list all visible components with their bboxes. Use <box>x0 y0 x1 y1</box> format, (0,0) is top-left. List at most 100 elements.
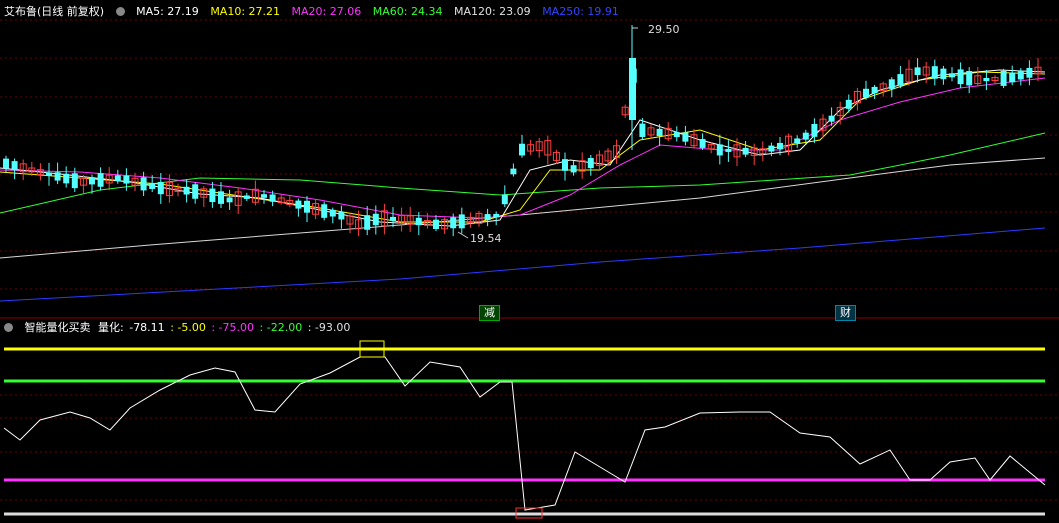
candle-body <box>519 143 525 156</box>
candle-body <box>89 177 95 185</box>
ma20-label: MA20: 27.06 <box>291 5 362 18</box>
candle-body <box>1000 70 1007 86</box>
ma120-label: MA120: 23.09 <box>453 5 531 18</box>
candle-body <box>338 211 345 220</box>
candle-body <box>364 215 371 230</box>
candle-body <box>114 175 121 182</box>
candle-body <box>871 86 878 94</box>
candle-body <box>140 177 147 191</box>
candle-body <box>209 188 216 203</box>
indicator-panel <box>3 340 1046 519</box>
candle-body <box>226 197 233 203</box>
indicator-value: -78.11 <box>129 321 165 334</box>
settings-circle-icon[interactable] <box>115 6 125 16</box>
candle-body <box>957 69 964 85</box>
candle-body <box>321 204 328 218</box>
stock-chart: 29.50 19.54 <box>0 19 1059 519</box>
low-pointer <box>457 231 469 239</box>
ma10-label: MA10: 27.21 <box>210 5 281 18</box>
candle-body <box>1026 67 1033 78</box>
moving-average-lines <box>0 69 1046 302</box>
candle-body <box>458 214 465 229</box>
candle-body <box>828 115 835 122</box>
level-4-label: : -93.00 <box>307 321 351 334</box>
marker-reduce[interactable]: 减 <box>479 305 500 321</box>
candle-body <box>63 173 70 184</box>
chart-title: 艾布鲁(日线 前复权) <box>4 5 105 18</box>
candle-body <box>897 74 904 86</box>
candle-body <box>433 219 439 229</box>
candle-body <box>493 213 500 218</box>
candle-body <box>183 186 190 195</box>
sub-settings-circle-icon[interactable] <box>4 322 13 332</box>
candle-body <box>940 68 947 80</box>
candle-body <box>811 123 818 137</box>
candle-body <box>192 184 199 199</box>
candle-body <box>639 123 646 137</box>
level-2-label: : -75.00 <box>211 321 255 334</box>
candle-body <box>673 132 680 138</box>
candle-body <box>295 200 302 209</box>
candle-body <box>329 209 336 217</box>
candle-body <box>415 217 422 226</box>
main-legend: 艾布鲁(日线 前复权) MA5: 27.19 MA10: 27.21 MA20:… <box>4 4 627 20</box>
candle-body <box>149 183 156 189</box>
candle-body <box>983 77 990 82</box>
candle-body <box>725 148 732 152</box>
grid-lines <box>0 19 1059 501</box>
candle-body <box>390 216 396 221</box>
candle-body <box>888 79 895 89</box>
candle-body <box>54 172 61 181</box>
ma120-line <box>0 157 1046 259</box>
candle-body <box>46 172 52 177</box>
candle-body <box>863 88 869 98</box>
candle-body <box>484 214 491 221</box>
candle-body <box>562 159 568 171</box>
candle-body <box>510 168 517 175</box>
candle-body <box>450 217 457 229</box>
candle-body <box>501 194 508 205</box>
candle-body <box>914 67 921 76</box>
candle-body <box>742 147 749 155</box>
candle-body <box>802 132 809 140</box>
candle-body <box>682 132 689 142</box>
ma60-label: MA60: 24.34 <box>372 5 443 18</box>
candle-body <box>11 161 18 171</box>
candle-body <box>931 66 938 79</box>
candle-body <box>949 73 955 78</box>
candle-body <box>372 213 379 226</box>
candle-body <box>794 138 801 144</box>
candle-body <box>570 165 577 173</box>
candle-body <box>777 142 783 150</box>
candle-body <box>699 139 706 148</box>
level-3-label: : -22.00 <box>259 321 303 334</box>
candle-body <box>304 200 310 213</box>
level-1-label: : -5.00 <box>170 321 206 334</box>
candle-body <box>966 71 973 86</box>
candle-body <box>157 181 164 195</box>
candle-body <box>269 194 276 202</box>
sub-legend: 智能量化买卖 量化: -78.11 : -5.00 : -75.00 : -22… <box>4 320 358 336</box>
candle-body <box>261 194 267 198</box>
candle-body <box>1009 72 1016 83</box>
candle-body <box>587 158 594 169</box>
candle-body <box>845 99 852 109</box>
ma250-label: MA250: 19.91 <box>542 5 619 18</box>
candle-body <box>71 173 78 189</box>
candle-body <box>218 191 224 204</box>
candle-body <box>3 158 9 169</box>
indicator-title: 智能量化买卖 <box>24 321 91 334</box>
ma5-label: MA5: 27.19 <box>136 5 199 18</box>
candle-body <box>768 145 775 152</box>
low-price-label: 19.54 <box>470 232 502 245</box>
candle-body <box>97 173 104 187</box>
candle-body <box>123 175 130 184</box>
candle-body <box>656 128 663 137</box>
candle-body <box>1017 70 1024 80</box>
candle-body <box>243 195 250 199</box>
high-price-label: 29.50 <box>648 23 680 36</box>
ma250-line <box>0 227 1046 302</box>
indicator-label: 量化: <box>98 321 124 334</box>
marker-finance[interactable]: 财 <box>835 305 856 321</box>
candle-body <box>716 144 723 156</box>
